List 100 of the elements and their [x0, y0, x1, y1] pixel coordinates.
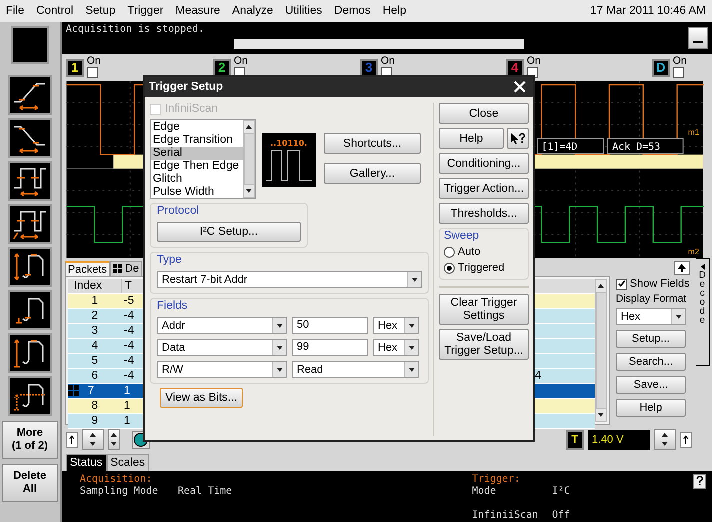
dialog-button[interactable]: Trigger Action...: [439, 178, 529, 199]
down-arrow-icon: [89, 440, 97, 448]
list-item[interactable]: Glitch: [151, 173, 243, 186]
panel-button[interactable]: Save...: [616, 376, 686, 394]
tab[interactable]: Packets: [65, 261, 110, 276]
close-icon[interactable]: [511, 79, 529, 95]
status-value: Real Time: [178, 486, 232, 498]
type-dropdown[interactable]: Restart 7-bit Addr: [157, 271, 422, 288]
menu-item[interactable]: Demos: [334, 5, 371, 17]
grid-icon: [113, 264, 124, 274]
down-arrow-icon: [408, 344, 416, 352]
up-arrow-icon: [677, 263, 687, 274]
menu-item[interactable]: Control: [36, 5, 74, 17]
channel-button[interactable]: D: [652, 58, 670, 77]
marker-label: m1: [688, 128, 700, 137]
channel-button[interactable]: 4: [506, 58, 524, 77]
channel-button[interactable]: 1: [66, 58, 84, 77]
help-button[interactable]: [693, 474, 706, 489]
tab[interactable]: Status: [66, 454, 107, 471]
context-help-button[interactable]: [507, 128, 529, 149]
menu-item[interactable]: Help: [382, 5, 406, 17]
measurement-button[interactable]: [8, 376, 52, 416]
spin-button[interactable]: [654, 429, 676, 450]
menu-item[interactable]: Setup: [86, 5, 116, 17]
column-header: Index: [68, 279, 122, 294]
field-dropdown[interactable]: R/W: [157, 361, 287, 378]
format-dropdown[interactable]: Hex: [616, 308, 686, 326]
list-item[interactable]: Edge Then Edge: [151, 160, 243, 173]
measurement-button[interactable]: [8, 161, 52, 201]
checkbox-label: On: [527, 56, 542, 67]
radio-label: Auto: [458, 246, 481, 258]
menu-item[interactable]: File: [6, 5, 25, 17]
scrollbar[interactable]: [595, 279, 607, 422]
scrollbar[interactable]: [243, 120, 255, 198]
tab[interactable]: Scales: [106, 454, 150, 471]
measurement-button[interactable]: [8, 118, 52, 158]
field-dropdown[interactable]: Data: [157, 339, 287, 356]
up-arrow-icon: [110, 431, 118, 440]
trigger-label: T: [566, 430, 584, 450]
clear-trigger-button[interactable]: Clear Trigger Settings: [439, 294, 529, 325]
minimize-button[interactable]: [688, 27, 708, 49]
save-load-button[interactable]: Save/Load Trigger Setup...: [439, 329, 529, 360]
panel-button[interactable]: Search...: [616, 353, 686, 372]
marker-label: m2: [688, 247, 700, 256]
i2c-setup-button[interactable]: I²C Setup...: [157, 222, 301, 242]
up-arrow-icon: [69, 434, 75, 445]
trigger-level-field[interactable]: 1.40 V: [588, 430, 650, 450]
delete-all-button[interactable]: Delete All: [2, 464, 58, 502]
measurement-button[interactable]: [8, 333, 52, 373]
decode-tab[interactable]: Decode: [696, 258, 710, 366]
shortcuts-button[interactable]: Shortcuts...: [324, 133, 421, 154]
decode-label: Ack D=53: [612, 142, 660, 153]
list-item[interactable]: Edge Transition: [151, 134, 243, 147]
measurement-button[interactable]: [8, 290, 52, 330]
more-button[interactable]: More (1 of 2): [2, 421, 58, 459]
status-message: Acquisition is stopped.: [66, 24, 206, 35]
menu-item[interactable]: Measure: [176, 5, 220, 17]
close-button[interactable]: Close: [439, 103, 529, 124]
dialog-button[interactable]: Conditioning...: [439, 153, 529, 174]
down-arrow-icon: [408, 322, 416, 330]
arrow-button[interactable]: [680, 432, 692, 448]
up-arrow-button[interactable]: [674, 261, 690, 276]
measurement-button[interactable]: [8, 75, 52, 115]
value-field[interactable]: 99: [292, 339, 368, 356]
menu-item[interactable]: Analyze: [232, 5, 274, 17]
panel-button[interactable]: Help: [616, 399, 686, 418]
status-label: Mode: [472, 486, 498, 498]
arrow-button[interactable]: [66, 432, 78, 448]
help-button[interactable]: Help: [439, 128, 504, 149]
format-dropdown[interactable]: Hex: [373, 317, 419, 334]
spin-button[interactable]: [108, 429, 120, 450]
checkbox-label: InfiniiScan: [165, 103, 218, 115]
dialog-button[interactable]: Thresholds...: [439, 203, 529, 224]
checkbox[interactable]: [616, 278, 627, 290]
measurement-button[interactable]: [8, 247, 52, 287]
menu-item[interactable]: Trigger: [128, 5, 164, 17]
measurement-button[interactable]: [8, 204, 52, 244]
table-cell-text: 1: [123, 414, 132, 428]
value-field[interactable]: 50: [292, 317, 368, 334]
panel-button[interactable]: Setup...: [616, 330, 686, 348]
view-as-bits-button[interactable]: View as Bits...: [160, 388, 243, 408]
table-cell-text: 2: [90, 309, 100, 324]
checkbox[interactable]: [87, 66, 98, 78]
field-dropdown[interactable]: Addr: [157, 317, 287, 334]
spin-button[interactable]: [82, 429, 104, 450]
list-item[interactable]: Serial: [151, 147, 243, 160]
table-cell-text: -4: [123, 324, 136, 338]
channel-button[interactable]: 2: [213, 58, 231, 77]
pointer-question-icon: [510, 132, 526, 144]
radio-button[interactable]: [444, 246, 455, 258]
status-heading: Trigger:: [472, 474, 522, 486]
menu-item[interactable]: Utilities: [285, 5, 322, 17]
list-item[interactable]: Edge: [151, 121, 243, 134]
value-dropdown[interactable]: Read: [292, 361, 419, 378]
list-item[interactable]: Pulse Width: [151, 186, 243, 199]
checkbox[interactable]: [673, 66, 684, 78]
gallery-button[interactable]: Gallery...: [324, 163, 421, 184]
tab[interactable]: De: [110, 261, 142, 276]
radio-button[interactable]: [444, 262, 455, 274]
format-dropdown[interactable]: Hex: [373, 339, 419, 356]
